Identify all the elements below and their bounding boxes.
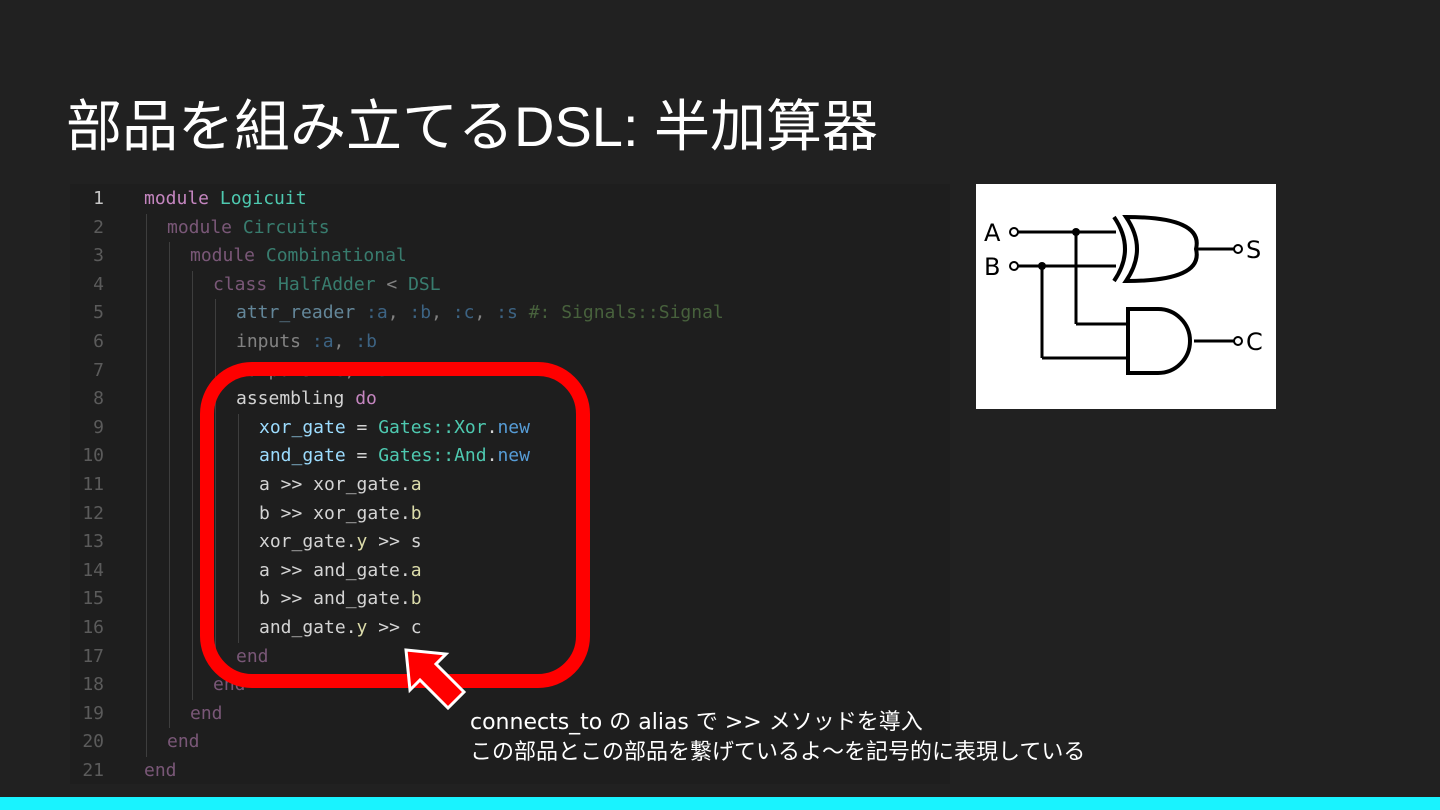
code-token: , — [431, 302, 453, 324]
line-number: 19 — [82, 702, 104, 724]
code-text: inputs :a, :b — [236, 328, 377, 357]
output-s-label: S — [1246, 236, 1261, 264]
input-a-label: A — [984, 219, 1001, 247]
code-token: Logicuit — [219, 188, 307, 209]
code-text: module Logicuit — [144, 185, 307, 214]
code-text: end — [167, 728, 200, 757]
code-token: :a — [311, 331, 334, 352]
code-text: class HalfAdder < DSL — [213, 271, 441, 300]
code-token: :c — [452, 302, 475, 324]
line-number: 18 — [82, 674, 104, 696]
code-token: HalfAdder — [278, 273, 376, 295]
code-text: end — [144, 757, 177, 786]
line-number: 21 — [82, 760, 104, 781]
code-token: :s — [496, 302, 518, 324]
code-text: attr_reader :a, :b, :c, :s #: Signals::S… — [236, 299, 724, 328]
code-token: module — [167, 216, 243, 238]
code-token: , — [474, 302, 497, 324]
code-text: module Combinational — [190, 242, 407, 271]
code-text: module Circuits — [167, 214, 330, 243]
line-number: 5 — [93, 302, 104, 324]
highlight-box — [200, 362, 590, 688]
line-number: 15 — [82, 588, 104, 610]
code-token: :b — [355, 331, 377, 352]
code-token: #: Signals::Signal — [517, 302, 724, 324]
code-token: attr_reader — [236, 302, 367, 324]
accent-bar — [0, 797, 1440, 810]
code-token: class — [213, 273, 279, 295]
line-number: 7 — [93, 359, 104, 381]
line-number: 17 — [82, 645, 104, 667]
code-token: :b — [409, 302, 432, 324]
code-token: Circuits — [242, 216, 330, 238]
line-number: 9 — [93, 416, 104, 438]
code-token: inputs — [236, 331, 312, 352]
code-token: module — [144, 188, 220, 209]
input-b-label: B — [984, 253, 1000, 281]
line-number: 2 — [93, 216, 104, 238]
arrow-up-left-icon — [404, 648, 467, 711]
code-token: , — [333, 331, 356, 352]
code-token: end — [144, 760, 177, 781]
code-token: Combinational — [265, 245, 407, 267]
code-token: :a — [366, 302, 388, 324]
code-token: module — [190, 245, 266, 267]
output-c-label: C — [1246, 328, 1263, 356]
junction-dot — [1072, 228, 1080, 236]
code-token: DSL — [408, 273, 441, 295]
line-number: 4 — [93, 273, 104, 295]
slide-title: 部品を組み立てるDSL: 半加算器 — [66, 95, 879, 158]
line-number: 12 — [82, 502, 104, 524]
junction-dot — [1038, 262, 1046, 270]
code-token: end — [167, 731, 200, 753]
line-number: 1 — [93, 188, 104, 209]
line-number: 8 — [93, 388, 104, 410]
indent-guide — [169, 242, 170, 729]
xor-gate-icon — [1112, 214, 1199, 284]
caption-line-2: この部品とこの部品を繋げているよ〜を記号的に表現している — [470, 740, 1086, 765]
line-number: 11 — [82, 474, 104, 495]
code-token: end — [190, 702, 223, 724]
code-token: < — [375, 273, 409, 295]
line-number: 13 — [82, 531, 104, 553]
line-number: 10 — [82, 445, 104, 467]
line-number: 16 — [82, 617, 104, 638]
code-text: end — [190, 700, 223, 729]
line-number: 6 — [93, 331, 104, 352]
line-number: 20 — [82, 731, 104, 753]
line-number: 3 — [93, 245, 104, 267]
indent-guide — [146, 213, 147, 757]
line-number: 14 — [82, 559, 104, 581]
indent-guide — [192, 270, 193, 700]
half-adder-diagram: A B S C — [976, 184, 1276, 409]
code-token: , — [387, 302, 410, 324]
caption-line-1: connects_to の alias で >> メソッドを導入 — [470, 710, 923, 735]
and-gate-icon — [1126, 307, 1192, 375]
